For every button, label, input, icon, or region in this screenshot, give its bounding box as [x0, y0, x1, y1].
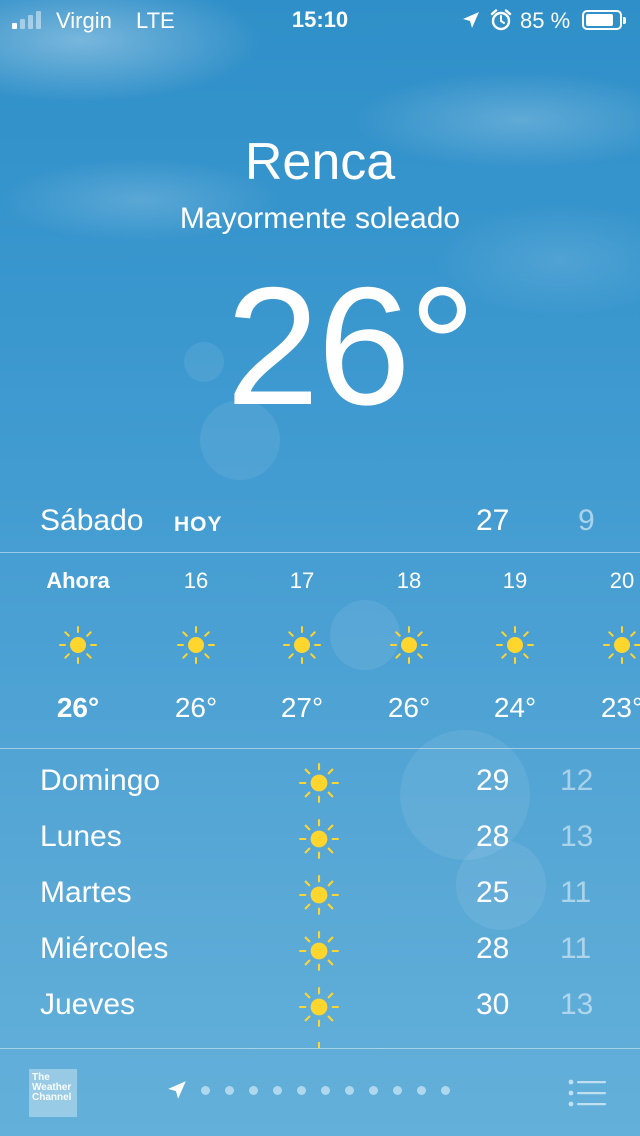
daily-high: 25	[476, 876, 510, 909]
hour-temp: 26°	[56, 692, 100, 723]
page-dot[interactable]	[441, 1085, 450, 1095]
hourly-forecast[interactable]: Ahora 26° 16 26° 17 27° 18 26° 19 24° 20…	[0, 553, 640, 748]
hour-temp: 27°	[280, 692, 324, 723]
daily-row: Domingo 29 12	[0, 758, 640, 810]
today-low: 9	[578, 504, 595, 537]
sun-icon	[177, 626, 215, 664]
daily-low: 13	[560, 820, 594, 853]
alarm-clock-icon	[490, 9, 512, 31]
status-bar: Virgin LTE 15:10 85 %	[0, 0, 640, 40]
weather-condition: Mayormente soleado	[179, 202, 461, 235]
daily-low: 13	[560, 988, 594, 1021]
hour-temp: 23°	[600, 692, 640, 723]
daily-day: Lunes	[40, 820, 122, 853]
daily-day: Martes	[40, 876, 132, 909]
page-dot[interactable]	[297, 1085, 306, 1095]
hour-label: 20	[609, 568, 635, 593]
daily-high: 29	[476, 764, 510, 797]
daily-high: 30	[476, 988, 510, 1021]
today-summary: Sábado HOY 27 9	[0, 504, 640, 544]
sun-icon	[603, 626, 640, 664]
daily-row: Jueves 30 13	[0, 982, 640, 1034]
hour-label: 17	[289, 568, 315, 593]
sun-icon	[299, 763, 339, 803]
daily-row: Martes 25 11	[0, 870, 640, 922]
hour-label: 19	[502, 568, 528, 593]
hour-temp: 26°	[174, 692, 218, 723]
page-dot[interactable]	[417, 1085, 426, 1095]
hour-label: 16	[183, 568, 209, 593]
hourly-item: 20 23°	[577, 553, 640, 748]
sun-icon	[299, 819, 339, 859]
hourly-item: Ahora 26°	[33, 553, 123, 748]
daily-high: 28	[476, 820, 510, 853]
battery-icon	[582, 10, 626, 30]
hour-temp: 24°	[493, 692, 537, 723]
daily-day: Domingo	[40, 764, 161, 797]
sun-icon	[59, 626, 97, 664]
page-dot[interactable]	[273, 1085, 282, 1095]
page-dot[interactable]	[393, 1085, 402, 1095]
daily-row: Miércoles 28 11	[0, 926, 640, 978]
sun-icon	[390, 626, 428, 664]
hourly-item: 16 26°	[151, 553, 241, 748]
battery-percent: 85 %	[520, 8, 571, 33]
hour-temp: 26°	[387, 692, 431, 723]
hourly-item: 17 27°	[257, 553, 347, 748]
page-dot[interactable]	[225, 1085, 234, 1095]
current-temperature-value: 26°	[225, 252, 476, 440]
daily-low: 12	[560, 764, 594, 797]
daily-day: Jueves	[40, 988, 136, 1021]
hour-label: 18	[396, 568, 422, 593]
sun-icon	[299, 931, 339, 971]
hourly-item: 18 26°	[364, 553, 454, 748]
divider	[0, 748, 640, 749]
sun-icon	[283, 626, 321, 664]
list-icon[interactable]	[568, 1079, 606, 1107]
sun-icon	[299, 875, 339, 915]
weather-channel-logo[interactable]: The Weather Channel	[29, 1069, 77, 1117]
hourly-item: 19 24°	[470, 553, 560, 748]
location-arrow-icon	[168, 1081, 186, 1099]
page-dot[interactable]	[369, 1085, 378, 1095]
sun-icon	[496, 626, 534, 664]
bottom-toolbar: The Weather Channel	[0, 1049, 640, 1136]
today-label: HOY	[174, 513, 223, 536]
today-day: Sábado	[40, 504, 144, 537]
sun-icon	[299, 987, 339, 1027]
hour-label: Ahora	[46, 568, 110, 593]
daily-high: 28	[476, 932, 510, 965]
location-arrow-icon	[463, 12, 479, 28]
current-temperature: 26°	[0, 262, 640, 430]
daily-low: 11	[560, 932, 592, 965]
daily-low: 11	[560, 876, 592, 909]
daily-day: Miércoles	[40, 932, 169, 965]
page-indicator[interactable]	[166, 1079, 465, 1101]
page-dot[interactable]	[345, 1085, 354, 1095]
city-name: Renca	[244, 133, 396, 191]
page-dot[interactable]	[321, 1085, 330, 1095]
daily-row: Lunes 28 13	[0, 814, 640, 866]
today-high: 27	[476, 504, 510, 537]
page-dot[interactable]	[201, 1085, 210, 1095]
page-dot[interactable]	[249, 1085, 258, 1095]
